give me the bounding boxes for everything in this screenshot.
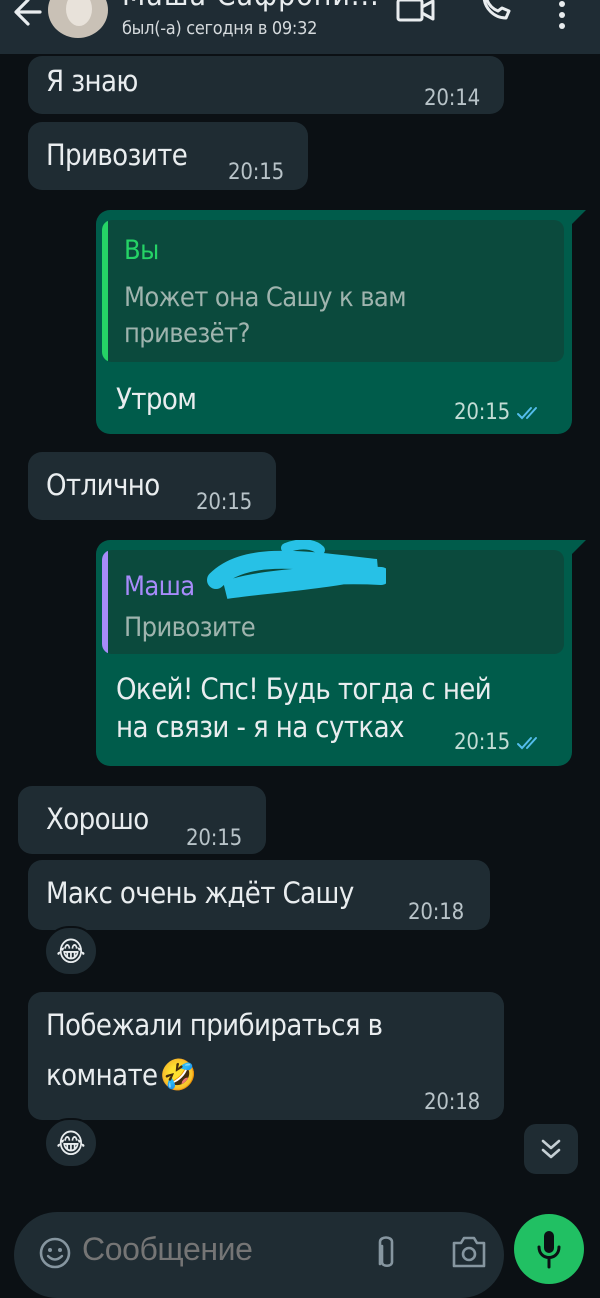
phone-call-icon[interactable]: [478, 0, 512, 24]
message-time: 20:15: [228, 160, 285, 185]
double-chevron-down-icon: [541, 1139, 561, 1159]
read-receipt-icon: [517, 737, 538, 750]
reaction-emoji: 😂: [56, 934, 86, 968]
contact-name[interactable]: Маша Сафрони...: [122, 0, 380, 13]
paperclip-icon[interactable]: [374, 1234, 400, 1274]
message-list[interactable]: Я знаю 20:14 Привозите 20:15 Вы Может он…: [0, 54, 600, 1204]
message-time: 20:15: [196, 490, 253, 515]
back-arrow-icon[interactable]: [10, 0, 46, 30]
message-time-value: 20:15: [454, 730, 511, 755]
outgoing-message[interactable]: Маша Привозите Окей! Спс! Будь тогда с н…: [96, 540, 572, 766]
incoming-message[interactable]: Хорошо 20:15: [18, 786, 266, 854]
message-time: 20:15: [454, 396, 544, 430]
microphone-icon: [537, 1231, 561, 1269]
message-text-value: комнате: [46, 1058, 158, 1092]
message-time: 20:18: [408, 900, 465, 925]
message-time: 20:15: [186, 826, 243, 851]
quoted-message[interactable]: Вы Может она Сашу к вам привезёт?: [102, 220, 564, 362]
message-time-value: 20:15: [454, 400, 511, 425]
contact-status: был(-а) сегодня в 09:32: [122, 18, 318, 39]
message-time: 20:18: [424, 1090, 481, 1115]
message-text: Утром: [116, 382, 197, 416]
read-receipt-icon: [517, 407, 538, 420]
message-input[interactable]: [80, 1230, 354, 1269]
message-text-line: на связи - я на сутках: [116, 710, 404, 744]
redaction-scribble: [207, 540, 386, 599]
emoji-icon[interactable]: [38, 1236, 72, 1270]
quote-text-line: Может она Сашу к вам: [124, 282, 407, 313]
voice-record-button[interactable]: [514, 1214, 584, 1284]
quote-author: Вы: [124, 235, 159, 266]
message-text-line: Окей! Спс! Будь тогда с ней: [116, 672, 492, 706]
bubble-tail: [572, 210, 586, 224]
incoming-message[interactable]: Макс очень ждёт Сашу 20:18: [28, 860, 490, 930]
quote-text-line: привезёт?: [124, 318, 250, 349]
quote-bar: [102, 220, 108, 362]
message-text: Отлично: [46, 468, 160, 502]
message-text-line: комнате🤣: [46, 1058, 197, 1093]
message-text: Макс очень ждёт Сашу: [46, 876, 354, 910]
quote-bar: [102, 550, 108, 654]
message-time: 20:14: [424, 86, 481, 111]
message-text: Привозите: [46, 138, 188, 172]
contact-avatar[interactable]: [48, 0, 108, 38]
quote-text-line: Привозите: [124, 612, 256, 643]
video-call-icon[interactable]: [396, 0, 436, 24]
message-composer[interactable]: [14, 1212, 504, 1298]
message-time: 20:15: [454, 726, 544, 760]
bubble-tail: [572, 540, 586, 554]
quote-author: Маша: [124, 571, 195, 602]
incoming-message[interactable]: Побежали прибираться в комнате🤣 20:18: [28, 992, 504, 1120]
message-reaction[interactable]: 😂: [44, 1118, 98, 1168]
incoming-message[interactable]: Отлично 20:15: [28, 452, 276, 520]
more-vertical-icon[interactable]: [556, 0, 568, 32]
reaction-emoji: 😂: [56, 1126, 86, 1160]
incoming-message[interactable]: Привозите 20:15: [28, 122, 308, 190]
camera-icon[interactable]: [450, 1234, 488, 1270]
incoming-message[interactable]: Я знаю 20:14: [28, 56, 504, 114]
message-text-line: Побежали прибираться в: [46, 1008, 383, 1042]
scroll-to-bottom-button[interactable]: [524, 1124, 578, 1174]
message-text: Хорошо: [46, 802, 149, 836]
message-text: Я знаю: [46, 64, 138, 98]
outgoing-message[interactable]: Вы Может она Сашу к вам привезёт? Утром …: [96, 210, 572, 434]
chat-header: Маша Сафрони... был(-а) сегодня в 09:32: [0, 0, 600, 54]
inline-emoji: 🤣: [159, 1058, 197, 1093]
message-reaction[interactable]: 😂: [44, 926, 98, 976]
